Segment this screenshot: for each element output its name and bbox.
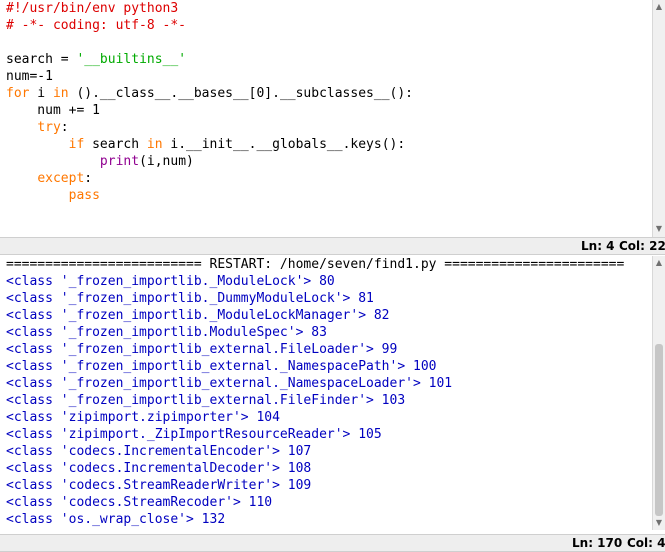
code-token: '__builtins__' — [76, 52, 187, 67]
output-line: <class '_frozen_importlib._ModuleLock'> … — [6, 274, 335, 289]
code-line: for i in ().__class__.__bases__[0].__sub… — [0, 85, 653, 102]
code-line: search = '__builtins__' — [0, 51, 653, 68]
editor-code-lines: #!/usr/bin/env python3 # -*- coding: utf-… — [0, 0, 653, 204]
scroll-down-arrow-icon[interactable]: ▼ — [653, 223, 665, 235]
shell-output-lines: ========================= RESTART: /home… — [0, 256, 653, 528]
output-line: <class '_frozen_importlib.ModuleSpec'> 8… — [6, 325, 327, 340]
editor-text-area[interactable]: #!/usr/bin/env python3 # -*- coding: utf-… — [0, 0, 653, 237]
code-line: # -*- coding: utf-8 -*- — [0, 17, 653, 34]
output-line: <class 'codecs.IncrementalEncoder'> 107 — [6, 444, 312, 459]
code-token: #!/usr/bin/env python3 — [6, 1, 179, 16]
shell-status-bar: Ln: 170 Col: 4 — [0, 534, 665, 552]
code-token: ().__class__.__bases__[0].__subclasses__… — [68, 86, 413, 101]
editor-status-bar: Ln: 4 Col: 22 — [0, 237, 665, 255]
code-token: in — [146, 137, 163, 152]
code-token: (i,num) — [139, 154, 194, 169]
code-token: num += 1 — [6, 103, 100, 118]
code-token: search — [84, 137, 147, 152]
shell-column-indicator: Col: 4 — [627, 536, 665, 550]
code-token: # -*- coding: utf-8 -*- — [6, 18, 187, 33]
editor-scrollbar[interactable]: ▲ ▼ — [652, 0, 665, 237]
scroll-down-arrow-icon[interactable]: ▼ — [653, 517, 665, 529]
code-line: if search in i.__init__.__globals__.keys… — [0, 136, 653, 153]
editor-column-indicator: Col: 22 — [619, 239, 665, 253]
output-line: <class '_frozen_importlib_external._Name… — [6, 359, 437, 374]
scroll-up-arrow-icon[interactable]: ▲ — [653, 1, 665, 13]
shell-output-area[interactable]: ========================= RESTART: /home… — [0, 256, 653, 530]
output-line: <class 'codecs.StreamReaderWriter'> 109 — [6, 478, 312, 493]
output-line: <class 'zipimport.zipimporter'> 104 — [6, 410, 280, 425]
code-line: #!/usr/bin/env python3 — [0, 0, 653, 17]
output-line: <class 'codecs.StreamRecoder'> 110 — [6, 495, 273, 510]
code-token: num=-1 — [6, 69, 53, 84]
code-line: pass — [0, 187, 653, 204]
code-token: except — [37, 171, 85, 186]
code-token: print — [99, 154, 140, 169]
output-line: <class '_frozen_importlib_external._Name… — [6, 376, 453, 391]
code-line: print(i,num) — [0, 153, 653, 170]
output-line: <class 'zipimport._ZipImportResourceRead… — [6, 427, 382, 442]
code-line: except: — [0, 170, 653, 187]
code-token: in — [52, 86, 69, 101]
code-token: if — [68, 137, 85, 152]
output-line: <class 'codecs.IncrementalDecoder'> 108 — [6, 461, 312, 476]
code-token: i — [29, 86, 53, 101]
code-token: : — [60, 120, 69, 135]
code-line: num=-1 — [0, 68, 653, 85]
code-token: for — [6, 86, 30, 101]
output-line: <class 'os._wrap_close'> 132 — [6, 512, 226, 527]
restart-banner: ========================= RESTART: /home… — [6, 257, 625, 272]
shell-scrollbar-thumb[interactable] — [655, 344, 663, 516]
output-line: <class '_frozen_importlib._DummyModuleLo… — [6, 291, 374, 306]
code-token: i.__init__.__globals__.keys(): — [162, 137, 406, 152]
code-token: pass — [68, 188, 100, 203]
shell-scrollbar[interactable]: ▲ ▼ — [652, 256, 665, 530]
code-token: : — [84, 171, 93, 186]
output-line: <class '_frozen_importlib_external.FileL… — [6, 342, 398, 357]
code-token: search = — [6, 52, 77, 67]
editor-line-indicator: Ln: 4 — [581, 239, 615, 253]
code-line: num += 1 — [0, 102, 653, 119]
code-token: try — [37, 120, 61, 135]
code-line: try: — [0, 119, 653, 136]
output-line: <class '_frozen_importlib._ModuleLockMan… — [6, 308, 390, 323]
scroll-up-arrow-icon[interactable]: ▲ — [653, 257, 665, 269]
shell-line-indicator: Ln: 170 — [572, 536, 623, 550]
output-line: <class '_frozen_importlib_external.FileF… — [6, 393, 406, 408]
